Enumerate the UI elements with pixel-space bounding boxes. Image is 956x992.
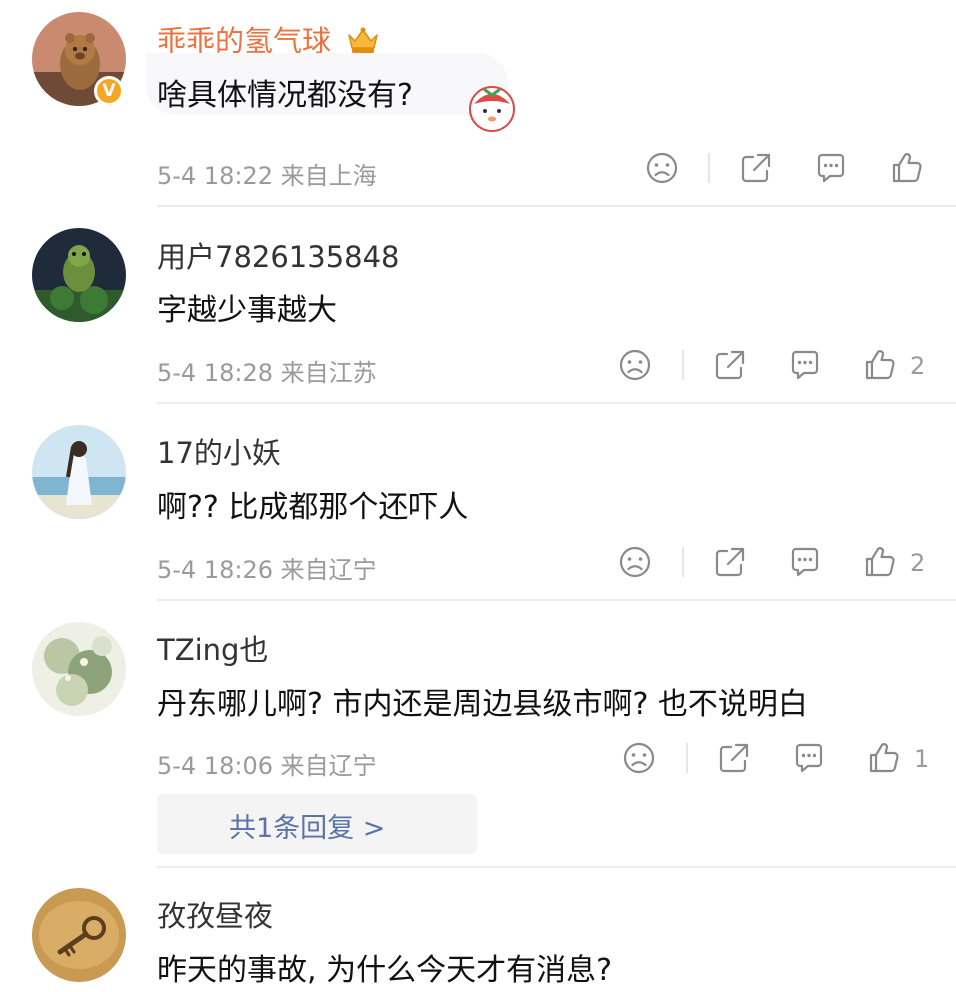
like-count: 1 [914, 745, 930, 773]
comment-text: 啊?? 比成都那个还吓人 [157, 490, 469, 525]
action-divider [682, 547, 684, 577]
verified-badge: V [94, 76, 124, 106]
divider [157, 205, 956, 207]
share-icon[interactable] [712, 347, 748, 383]
avatar[interactable] [32, 228, 126, 322]
username[interactable]: 用户7826135848 [157, 234, 400, 276]
comment-icon[interactable] [813, 150, 849, 186]
sad-face-icon[interactable] [644, 150, 680, 186]
comment-time: 5-4 18:06 [157, 752, 273, 780]
comment-location: 来自辽宁 [280, 556, 377, 584]
username[interactable]: 17的小妖 [157, 430, 281, 472]
share-icon[interactable] [716, 740, 752, 776]
comment-time: 5-4 18:22 [157, 162, 273, 190]
avatar[interactable] [32, 425, 126, 519]
like-count: 2 [910, 352, 926, 380]
avatar[interactable] [32, 888, 126, 982]
action-divider [708, 153, 710, 183]
comment-text: 啥具体情况都没有? [157, 78, 413, 113]
action-divider [686, 743, 688, 773]
action-divider [682, 350, 684, 380]
divider [157, 599, 956, 601]
comment-time: 5-4 18:28 [157, 359, 273, 387]
avatar[interactable] [32, 622, 126, 716]
sad-face-icon[interactable] [621, 740, 657, 776]
comment-time: 5-4 18:26 [157, 556, 273, 584]
thumbs-up-icon[interactable] [866, 740, 902, 776]
comment-icon[interactable] [787, 544, 823, 580]
comment-text: 丹东哪儿啊? 市内还是周边县级市啊? 也不说明白 [157, 687, 808, 722]
comment-text: 昨天的事故, 为什么今天才有消息? [157, 953, 612, 988]
share-icon[interactable] [738, 150, 774, 186]
comment-text: 字越少事越大 [157, 293, 337, 328]
comment-location: 来自上海 [280, 162, 377, 190]
sad-face-icon[interactable] [617, 544, 653, 580]
view-replies-link[interactable]: 共1条回复 > [229, 806, 385, 845]
thumbs-up-icon[interactable] [862, 347, 898, 383]
thumbs-up-icon[interactable] [862, 544, 898, 580]
comment-icon[interactable] [787, 347, 823, 383]
divider [157, 402, 956, 404]
sad-face-icon[interactable] [617, 347, 653, 383]
strawberry-sticker-icon [466, 82, 518, 134]
comment-meta: 5-4 18:06 来自辽宁 [157, 746, 377, 781]
comment-icon[interactable] [791, 740, 827, 776]
comment-location: 来自江苏 [280, 359, 377, 387]
comment-meta: 5-4 18:22 来自上海 [157, 156, 377, 191]
thumbs-up-icon[interactable] [889, 150, 925, 186]
comment-location: 来自辽宁 [280, 752, 377, 780]
share-icon[interactable] [712, 544, 748, 580]
username[interactable]: 孜孜昼夜 [157, 893, 273, 935]
like-count: 2 [910, 549, 926, 577]
divider [157, 866, 956, 868]
comment-meta: 5-4 18:28 来自江苏 [157, 353, 377, 388]
comment-meta: 5-4 18:26 来自辽宁 [157, 550, 377, 585]
username[interactable]: TZing也 [157, 627, 268, 669]
